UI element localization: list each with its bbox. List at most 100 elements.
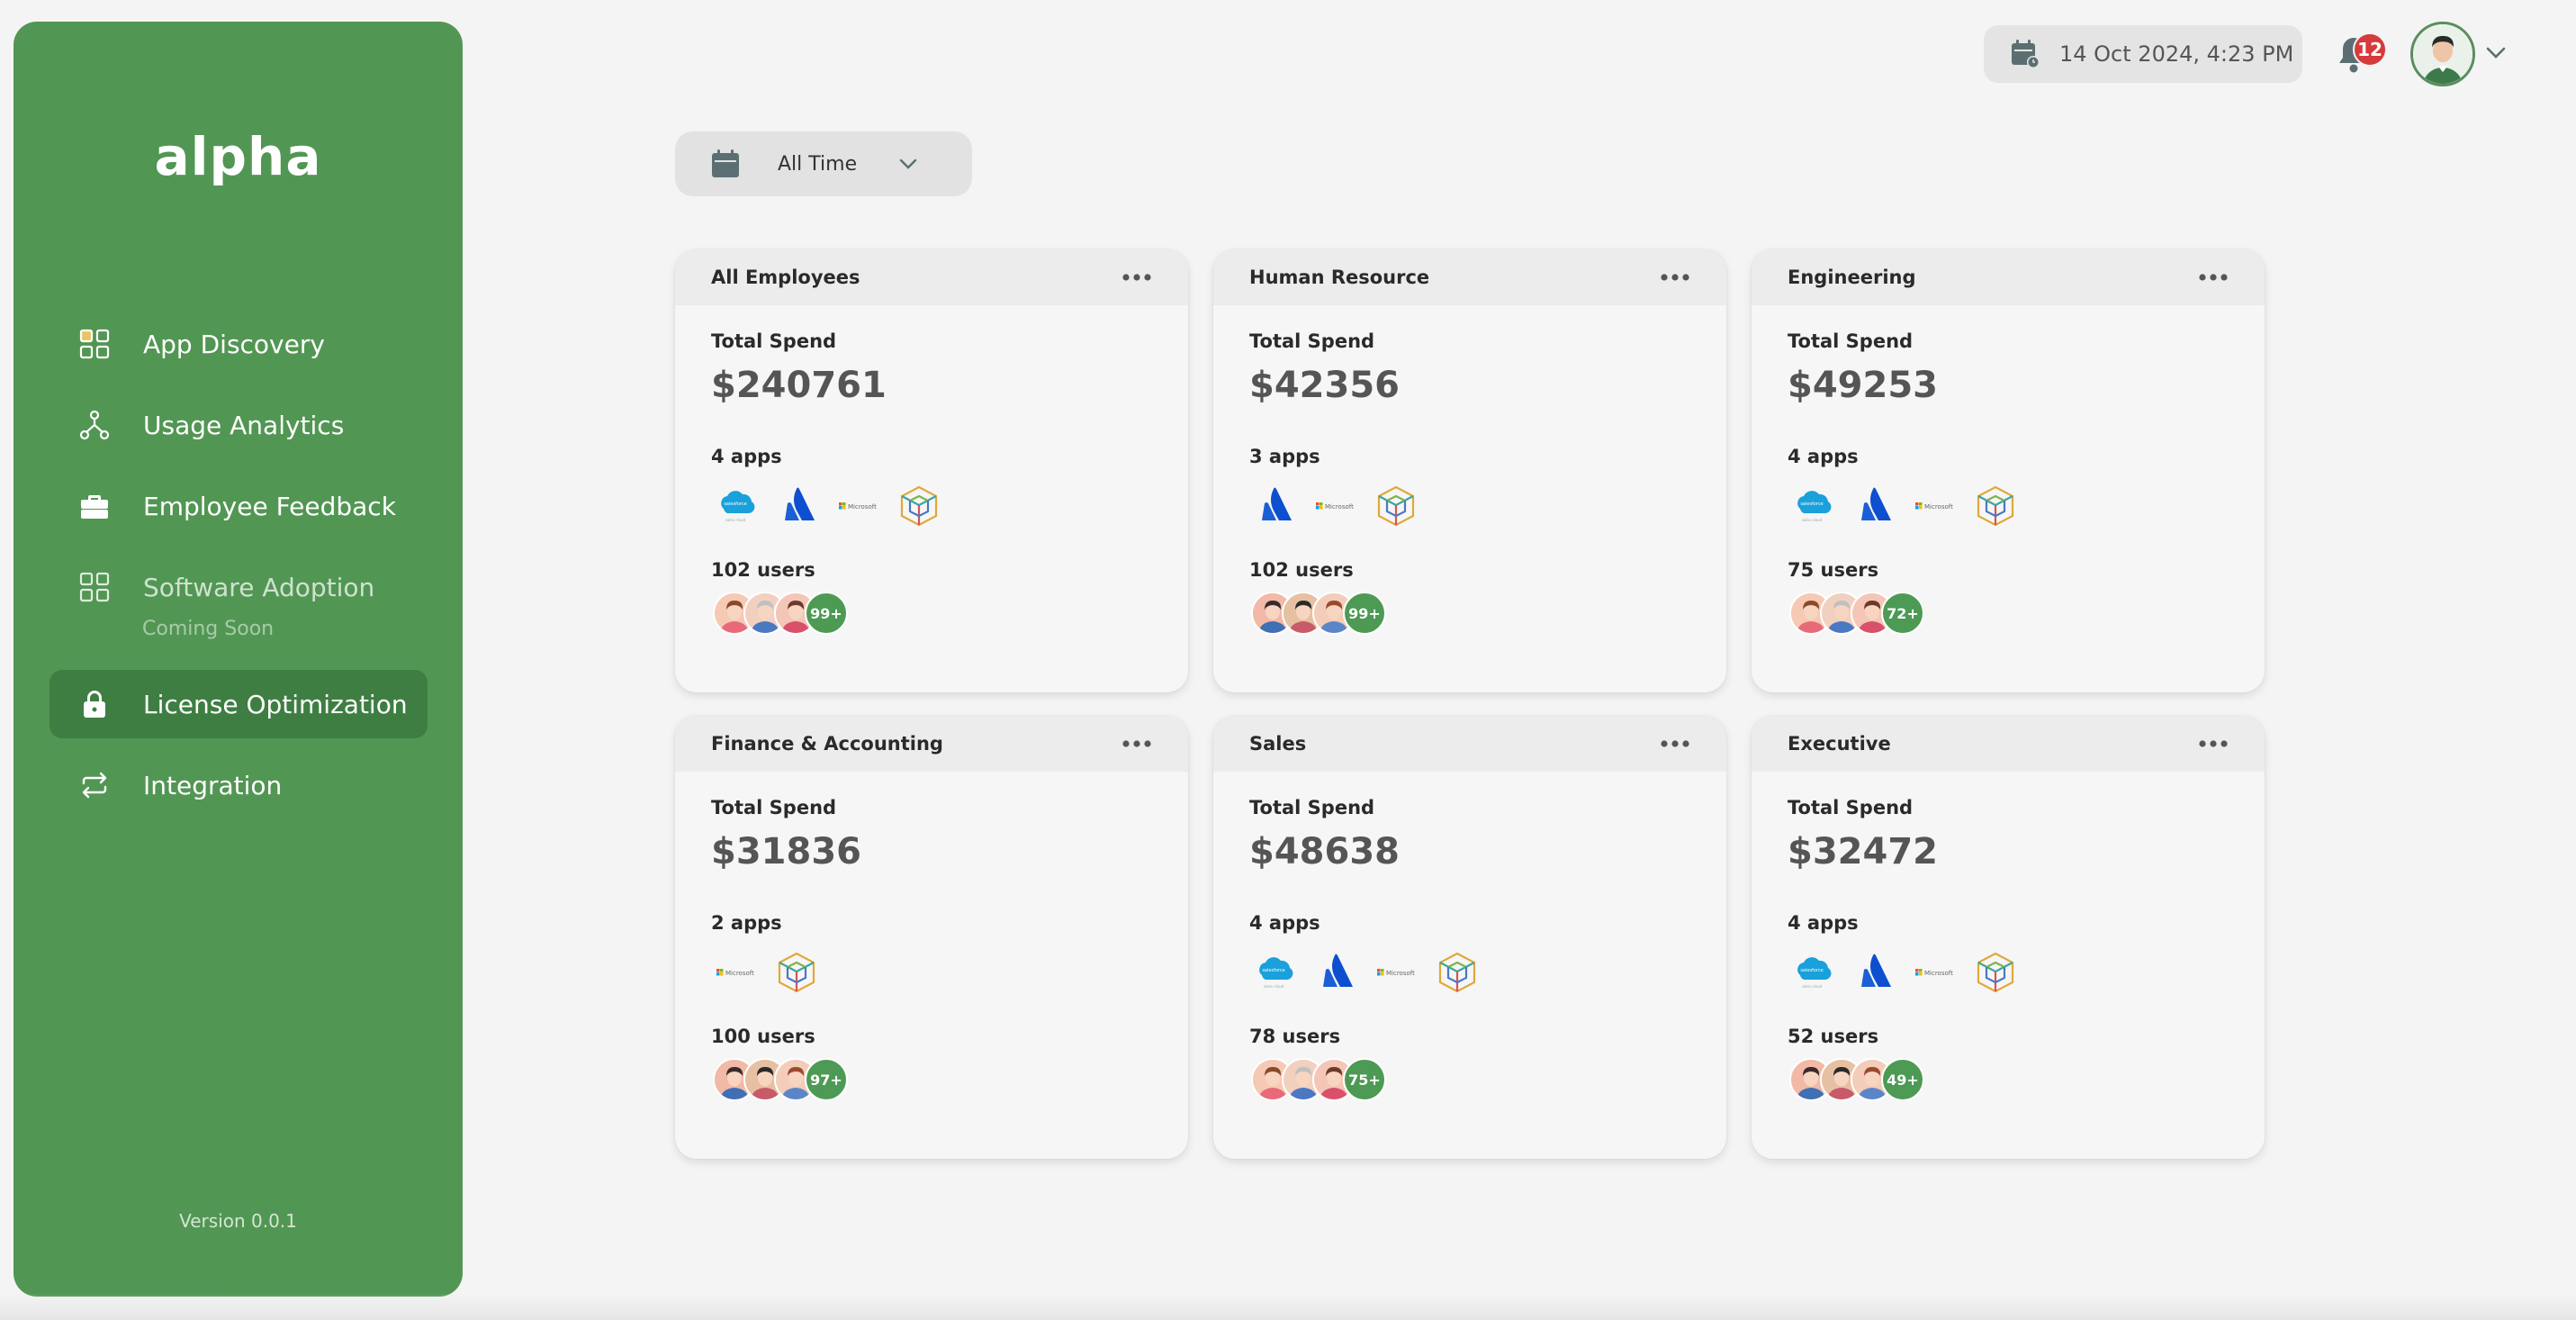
more-options-icon[interactable] <box>1121 273 1152 282</box>
total-spend-value: $49253 <box>1788 365 1938 406</box>
users-list: 72+ <box>1789 592 1924 638</box>
cube-logo-icon[interactable] <box>1372 482 1420 530</box>
microsoft-logo-icon[interactable]: Microsoft <box>1372 948 1420 997</box>
network-icon <box>75 405 114 445</box>
svg-text:Microsoft: Microsoft <box>1386 970 1415 977</box>
salesforce-logo-icon[interactable]: salesforce sales cloud <box>1788 948 1836 997</box>
microsoft-logo-icon[interactable]: Microsoft <box>1311 482 1359 530</box>
card-title: Sales <box>1249 733 1307 755</box>
cube-logo-icon[interactable] <box>1433 948 1482 997</box>
microsoft-logo-icon[interactable]: Microsoft <box>1910 482 1959 530</box>
users-list: 99+ <box>713 592 848 638</box>
apps-list: salesforce sales cloud Microsoft <box>1249 948 1494 997</box>
total-spend-label: Total Spend <box>1788 797 1914 818</box>
department-card-3[interactable]: Finance & Accounting Total Spend $31836 … <box>675 716 1188 1159</box>
sidebar-item-label: Employee Feedback <box>143 491 396 521</box>
apps-count: 4 apps <box>1788 912 1859 934</box>
sidebar-item-license-optimization[interactable]: License Optimization <box>50 670 428 738</box>
cube-logo-icon[interactable] <box>1971 482 2020 530</box>
users-count: 102 users <box>1249 559 1354 581</box>
cube-logo-icon[interactable] <box>1971 948 2020 997</box>
more-users-badge[interactable]: 49+ <box>1881 1058 1924 1101</box>
cube-logo-icon[interactable] <box>772 948 821 997</box>
users-list: 97+ <box>713 1058 848 1105</box>
department-card-4[interactable]: Sales Total Spend $48638 4 apps salesfor… <box>1213 716 1726 1159</box>
atlassian-logo-icon[interactable] <box>1311 948 1359 997</box>
cube-logo-icon[interactable] <box>895 482 943 530</box>
salesforce-logo-icon[interactable]: salesforce sales cloud <box>1788 482 1836 530</box>
total-spend-label: Total Spend <box>1249 330 1375 352</box>
total-spend-label: Total Spend <box>711 330 837 352</box>
svg-text:salesforce: salesforce <box>1262 968 1284 973</box>
department-card-1[interactable]: Human Resource Total Spend $42356 3 apps… <box>1213 249 1726 692</box>
card-header: All Employees <box>675 249 1188 305</box>
card-title: Engineering <box>1788 267 1916 288</box>
salesforce-logo-icon[interactable]: salesforce sales cloud <box>1249 948 1298 997</box>
atlassian-logo-icon[interactable] <box>1849 948 1897 997</box>
grid-icon <box>75 567 114 607</box>
coming-soon-label: Coming Soon <box>142 618 275 640</box>
card-header: Finance & Accounting <box>675 716 1188 772</box>
svg-text:sales cloud: sales cloud <box>725 518 746 522</box>
avatar[interactable] <box>2410 22 2475 86</box>
card-title: Executive <box>1788 733 1891 755</box>
sidebar-item-app-discovery[interactable]: App Discovery <box>50 310 428 378</box>
users-count: 52 users <box>1788 1026 1879 1047</box>
card-header: Sales <box>1213 716 1726 772</box>
microsoft-logo-icon[interactable]: Microsoft <box>711 948 760 997</box>
sidebar-item-label: License Optimization <box>143 689 408 719</box>
atlassian-logo-icon[interactable] <box>1849 482 1897 530</box>
sidebar-item-employee-feedback[interactable]: Employee Feedback <box>50 472 428 540</box>
sidebar-item-label: App Discovery <box>143 329 325 359</box>
department-card-2[interactable]: Engineering Total Spend $49253 4 apps sa… <box>1752 249 2265 692</box>
svg-text:salesforce: salesforce <box>1800 502 1823 507</box>
sidebar-item-software-adoption: Software Adoption <box>50 553 428 621</box>
total-spend-value: $32472 <box>1788 831 1938 872</box>
svg-text:Microsoft: Microsoft <box>848 503 877 511</box>
atlassian-logo-icon[interactable] <box>1249 482 1298 530</box>
svg-text:sales cloud: sales cloud <box>1264 984 1284 989</box>
more-users-badge[interactable]: 99+ <box>1343 592 1386 635</box>
sidebar-item-usage-analytics[interactable]: Usage Analytics <box>50 391 428 459</box>
bottom-shade <box>0 1293 2576 1320</box>
time-range-value: All Time <box>778 152 858 176</box>
chevron-down-icon[interactable] <box>2482 40 2509 67</box>
more-options-icon[interactable] <box>1121 739 1152 748</box>
more-options-icon[interactable] <box>1660 739 1690 748</box>
grid-discovery-icon <box>75 324 114 364</box>
time-range-dropdown[interactable]: All Time <box>675 131 972 196</box>
sidebar: alpha App Discovery Usage Analytics Empl… <box>14 22 463 1297</box>
sidebar-item-integration[interactable]: Integration <box>50 751 428 819</box>
total-spend-value: $42356 <box>1249 365 1400 406</box>
apps-count: 4 apps <box>1249 912 1320 934</box>
department-card-5[interactable]: Executive Total Spend $32472 4 apps sale… <box>1752 716 2265 1159</box>
apps-list: salesforce sales cloud Microsoft <box>1788 948 2032 997</box>
salesforce-logo-icon[interactable]: salesforce sales cloud <box>711 482 760 530</box>
atlassian-logo-icon[interactable] <box>772 482 821 530</box>
more-users-badge[interactable]: 97+ <box>805 1058 848 1101</box>
more-users-badge[interactable]: 75+ <box>1343 1058 1386 1101</box>
svg-text:Microsoft: Microsoft <box>1924 970 1953 977</box>
more-options-icon[interactable] <box>2198 739 2229 748</box>
more-users-badge[interactable]: 72+ <box>1881 592 1924 635</box>
svg-text:salesforce: salesforce <box>724 502 746 507</box>
card-header: Executive <box>1752 716 2265 772</box>
sync-icon <box>75 765 114 805</box>
microsoft-logo-icon[interactable]: Microsoft <box>833 482 882 530</box>
version-label: Version 0.0.1 <box>179 1210 297 1232</box>
apps-count: 3 apps <box>1249 446 1320 467</box>
department-card-0[interactable]: All Employees Total Spend $240761 4 apps… <box>675 249 1188 692</box>
app-logo[interactable]: alpha <box>14 121 463 193</box>
microsoft-logo-icon[interactable]: Microsoft <box>1910 948 1959 997</box>
svg-text:Microsoft: Microsoft <box>725 970 754 977</box>
svg-text:salesforce: salesforce <box>1800 968 1823 973</box>
total-spend-value: $240761 <box>711 365 887 406</box>
more-users-badge[interactable]: 99+ <box>805 592 848 635</box>
apps-list: salesforce sales cloud Microsoft <box>711 482 956 530</box>
total-spend-label: Total Spend <box>711 797 837 818</box>
briefcase-icon <box>75 486 114 526</box>
user-avatar-icon <box>2413 24 2472 84</box>
more-options-icon[interactable] <box>1660 273 1690 282</box>
more-options-icon[interactable] <box>2198 273 2229 282</box>
calendar-clock-icon <box>2012 40 2040 68</box>
